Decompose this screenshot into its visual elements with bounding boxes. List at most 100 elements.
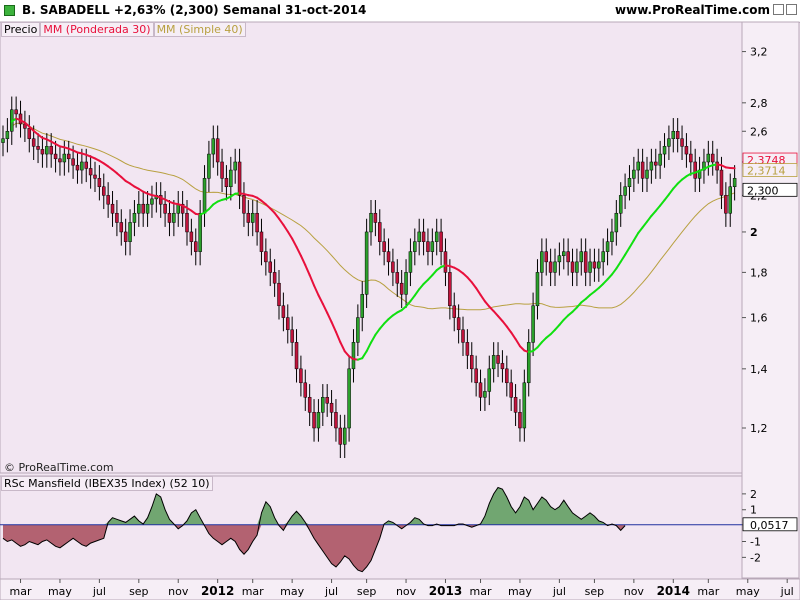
candle-body: [421, 231, 426, 242]
candle-body: [544, 251, 548, 263]
candle-body: [250, 212, 255, 223]
candle-body: [49, 146, 53, 155]
candle-body: [281, 305, 286, 318]
candle-body: [342, 427, 347, 445]
candle-body: [706, 153, 711, 163]
candle-body: [443, 251, 448, 273]
candle-body: [351, 342, 356, 370]
candle-body: [27, 128, 32, 139]
candle-body: [53, 153, 58, 160]
candle-body: [671, 131, 676, 139]
candle-body: [246, 212, 251, 223]
candle-body: [80, 161, 84, 171]
x-tick-label: jul: [92, 585, 106, 598]
candle-body: [307, 397, 312, 413]
candle-body: [102, 186, 106, 196]
rsc-y-tick-label: 2: [750, 488, 757, 501]
x-tick-label: jul: [780, 585, 794, 598]
candle-body: [207, 153, 211, 179]
candle-body: [535, 272, 540, 307]
candle-body: [496, 355, 500, 364]
price-y-tick-label: 3,2: [750, 46, 768, 59]
candle-body: [627, 178, 632, 188]
candle-body: [623, 186, 627, 196]
candle-body: [360, 294, 364, 318]
candle-body: [62, 153, 67, 163]
candle-body: [562, 251, 566, 256]
candle-body: [399, 282, 404, 295]
candle-body: [233, 161, 237, 171]
copyright: © ProRealTime.com: [4, 461, 114, 474]
candle-body: [84, 161, 88, 169]
candle-body: [264, 251, 268, 263]
candle-body: [31, 138, 36, 147]
x-tick-label: may: [280, 585, 304, 598]
candle-body: [470, 355, 474, 370]
candle-body: [220, 161, 224, 179]
candle-body: [110, 203, 115, 214]
candle-body: [356, 317, 360, 343]
candle-body: [649, 161, 654, 171]
candle-body: [500, 363, 505, 370]
chart-window: B. SABADELL +2,63% (2,300) Semanal 31-oc…: [0, 0, 800, 600]
candle-body: [526, 342, 531, 384]
legend-wma: MM (Ponderada 30): [40, 22, 154, 37]
legend-rsc: RSc Mansfield (IBEX35 Index) (52 10): [1, 476, 213, 491]
rsc-y-tick-label: 1: [750, 504, 757, 517]
rsc-y-tick-label: -2: [750, 551, 761, 564]
candle-body: [610, 231, 614, 242]
candle-body: [303, 382, 308, 398]
candle-body: [132, 212, 137, 223]
legend-price: Precio: [1, 22, 41, 37]
candle-body: [689, 153, 693, 163]
x-tick-label: nov: [396, 585, 417, 598]
candle-body: [1, 138, 5, 143]
price-chart[interactable]: 3,22,82,62,42,221,81,61,41,2marmayjulsep…: [0, 0, 800, 600]
candle-body: [675, 131, 680, 139]
candle-body: [461, 329, 465, 343]
candle-body: [513, 397, 518, 413]
candle-body: [522, 382, 527, 429]
x-tick-label: 2014: [657, 584, 690, 598]
candle-body: [505, 368, 509, 384]
candle-body: [710, 153, 715, 163]
candle-body: [334, 412, 338, 429]
candle-body: [583, 251, 588, 273]
price-marker-label: 2,3714: [747, 165, 786, 178]
x-tick-label: nov: [624, 585, 645, 598]
candle-body: [531, 305, 535, 343]
candle-body: [167, 212, 172, 223]
candle-body: [728, 186, 732, 214]
candle-body: [430, 241, 435, 252]
candle-body: [75, 164, 80, 171]
candle-body: [123, 231, 128, 242]
candle-body: [88, 168, 93, 176]
indicator-legend: RSc Mansfield (IBEX35 Index) (52 10): [1, 476, 213, 491]
candle-body: [369, 212, 373, 233]
candle-body: [194, 241, 198, 252]
price-y-tick-label: 1,6: [750, 312, 768, 325]
price-y-tick-label: 2,8: [750, 97, 768, 110]
candle-body: [426, 241, 430, 252]
candle-body: [329, 402, 334, 413]
candle-body: [654, 161, 658, 166]
x-tick-label: 2012: [201, 584, 234, 598]
candle-body: [58, 158, 62, 163]
candle-body: [373, 212, 378, 223]
candle-body: [224, 178, 229, 188]
candle-body: [575, 261, 579, 273]
candle-body: [618, 195, 623, 214]
candle-body: [684, 146, 689, 155]
candle-body: [395, 272, 400, 284]
candle-body: [557, 255, 562, 263]
candle-body: [417, 231, 421, 242]
candle-body: [145, 203, 150, 214]
candle-body: [172, 212, 176, 223]
candle-body: [45, 146, 49, 155]
candle-body: [294, 342, 299, 370]
x-tick-label: mar: [697, 585, 719, 598]
candle-body: [40, 149, 45, 155]
x-tick-label: sep: [585, 585, 604, 598]
price-y-tick-label: 1,2: [750, 422, 768, 435]
candle-body: [452, 305, 456, 318]
